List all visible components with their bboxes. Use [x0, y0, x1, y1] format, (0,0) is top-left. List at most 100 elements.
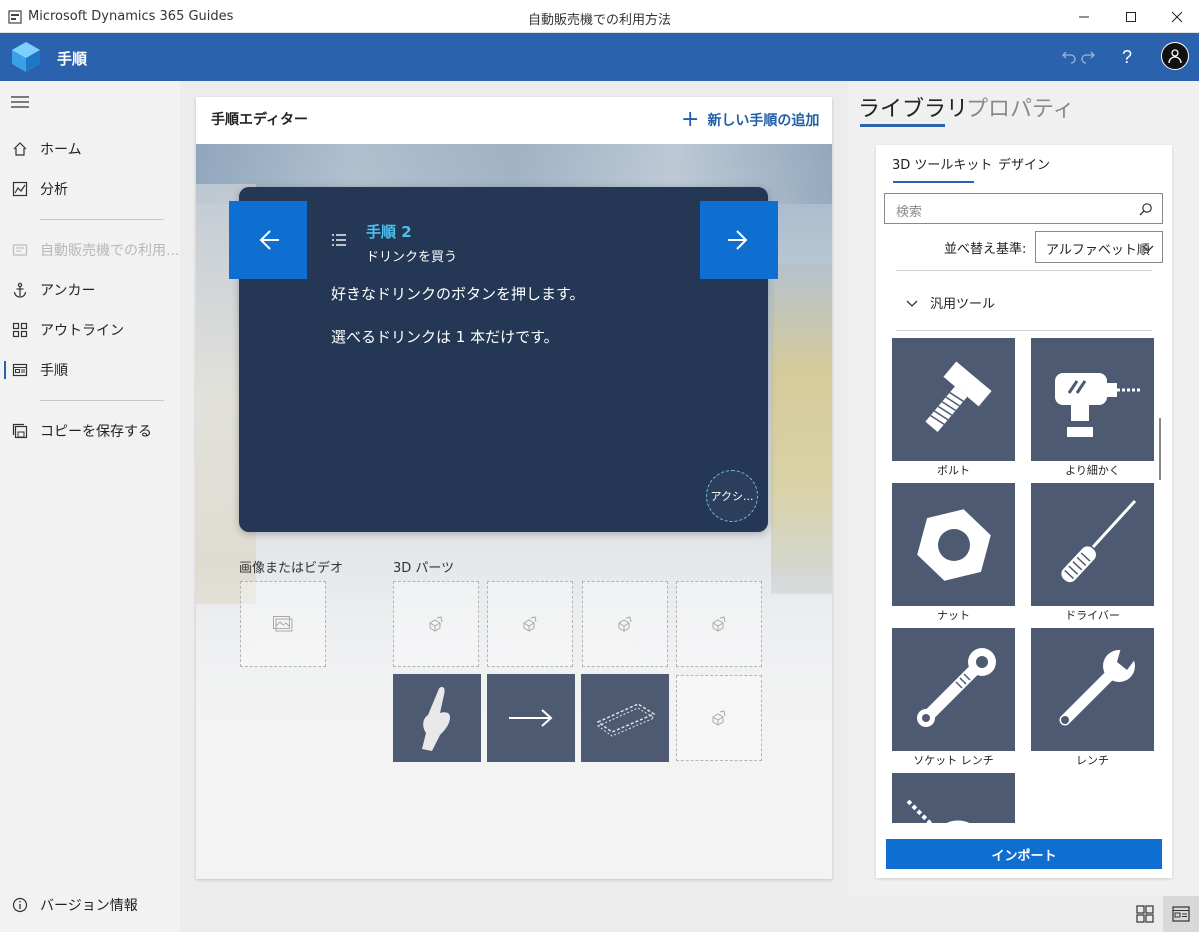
- bottom-bar: [180, 896, 1199, 932]
- sidebar-item-label: アウトライン: [40, 323, 124, 339]
- previous-step-button[interactable]: [229, 201, 307, 279]
- 3d-part-placeholder-icon: [523, 616, 537, 632]
- screwdriver-icon: [1060, 499, 1136, 582]
- sidebar: ホーム 分析 自動販売機での利用... アンカー アウトライン 手順 コピーを保…: [0, 81, 180, 932]
- chevron-down-icon: [906, 300, 918, 307]
- media-section-label: 画像またはビデオ: [239, 561, 344, 576]
- tile-label: ソケット レンチ: [913, 754, 994, 767]
- sidebar-item-label: バージョン情報: [40, 898, 138, 914]
- editor-title: 手順エディター: [211, 112, 309, 128]
- sidebar-item-label: 自動販売機での利用...: [40, 243, 180, 259]
- search-icon[interactable]: [1139, 202, 1153, 216]
- group-label: 汎用ツール: [930, 297, 996, 312]
- subtab-3d-toolkit[interactable]: 3D ツールキット: [892, 154, 992, 173]
- zone-outline-icon: [596, 703, 656, 737]
- library-divider: [896, 270, 1152, 271]
- 3d-part-placeholder-icon: [618, 616, 632, 632]
- grid-view-button[interactable]: [1127, 896, 1163, 932]
- add-step-button[interactable]: + 新しい手順の追加: [681, 109, 820, 131]
- import-label: インポート: [991, 848, 1057, 864]
- library-tile-bolt[interactable]: [892, 338, 1015, 461]
- 3d-part-placeholder-icon: [712, 616, 726, 632]
- 3d-part-placeholder-icon: [429, 616, 443, 632]
- close-button[interactable]: [1154, 0, 1199, 33]
- sidebar-divider: [40, 400, 164, 401]
- arrow-right-icon: [728, 230, 748, 250]
- library-tile-wrench[interactable]: [1031, 628, 1154, 751]
- maximize-button[interactable]: [1108, 0, 1154, 33]
- library-tile-screwdriver[interactable]: [1031, 483, 1154, 606]
- step-title[interactable]: ドリンクを買う: [366, 246, 457, 265]
- outline-icon: [11, 321, 29, 339]
- redo-icon: [1081, 51, 1095, 64]
- sidebar-item-label: ホーム: [40, 142, 82, 158]
- help-button[interactable]: ?: [1115, 45, 1139, 69]
- sidebar-item-anchor[interactable]: アンカー: [0, 272, 180, 308]
- step-number: 手順 2: [366, 223, 412, 241]
- sidebar-item-analytics[interactable]: 分析: [0, 171, 180, 207]
- library-tile-nut[interactable]: [892, 483, 1015, 606]
- home-icon: [11, 140, 29, 158]
- part-slot-empty[interactable]: [487, 581, 573, 667]
- step-view-button[interactable]: [1163, 896, 1199, 932]
- part-slot-empty[interactable]: [676, 581, 762, 667]
- hamburger-menu-icon[interactable]: [11, 95, 29, 109]
- action-button[interactable]: アクシ...: [706, 470, 758, 522]
- user-avatar[interactable]: [1161, 42, 1189, 70]
- part-slot-hand[interactable]: [393, 674, 481, 762]
- library-divider: [896, 330, 1152, 331]
- sidebar-item-home[interactable]: ホーム: [0, 131, 180, 167]
- part-slot-zone[interactable]: [581, 674, 669, 762]
- wrench-icon: [1059, 647, 1139, 725]
- step-instruction-text[interactable]: 好きなドリンクのボタンを押します。: [331, 283, 585, 304]
- sidebar-item-label: 分析: [40, 182, 68, 198]
- sidebar-item-outline[interactable]: アウトライン: [0, 312, 180, 348]
- part-slot-empty[interactable]: [582, 581, 668, 667]
- tile-label: ナット: [937, 609, 970, 622]
- library-search-input[interactable]: 検索: [884, 193, 1163, 224]
- part-slot-arrow[interactable]: [487, 674, 575, 762]
- tab-library[interactable]: ライブラリ: [858, 91, 968, 123]
- add-step-label: 新しい手順の追加: [707, 113, 820, 129]
- next-step-button[interactable]: [700, 201, 778, 279]
- part-slot-empty[interactable]: [676, 675, 762, 761]
- sidebar-item-guide: 自動販売機での利用...: [0, 232, 180, 268]
- sort-value: アルファベット順: [1046, 243, 1150, 258]
- import-button[interactable]: インポート: [886, 839, 1162, 869]
- library-tile-drill[interactable]: [1031, 338, 1154, 461]
- media-slot[interactable]: [240, 581, 326, 667]
- sort-dropdown[interactable]: アルファベット順: [1035, 231, 1163, 263]
- help-icon: ?: [1121, 46, 1132, 67]
- arrow-right-icon: [509, 709, 553, 727]
- grid-view-icon: [1136, 905, 1154, 923]
- step-instruction-text[interactable]: 選べるドリンクは 1 本だけです。: [331, 326, 559, 347]
- subtab-design[interactable]: デザイン: [998, 154, 1050, 173]
- socket-wrench-icon: [916, 647, 996, 727]
- guide-icon: [11, 241, 29, 259]
- tile-label: ボルト: [937, 464, 970, 477]
- part-slot-empty[interactable]: [393, 581, 479, 667]
- sidebar-item-label: 手順: [40, 363, 68, 379]
- sidebar-item-steps[interactable]: 手順: [0, 352, 180, 388]
- library-tile-socket-wrench[interactable]: [892, 628, 1015, 751]
- library-tile-tape-measure[interactable]: [892, 773, 1015, 823]
- minimize-button[interactable]: [1061, 0, 1107, 33]
- person-icon: [1168, 49, 1182, 64]
- tab-properties[interactable]: プロパティ: [966, 91, 1075, 123]
- action-label: アクシ...: [710, 490, 754, 503]
- page-title: 手順: [57, 50, 88, 68]
- sidebar-item-version-info[interactable]: バージョン情報: [0, 887, 180, 923]
- library-scrollbar[interactable]: [1159, 418, 1161, 480]
- group-header-general-tools[interactable]: 汎用ツール: [906, 293, 995, 312]
- redo-button[interactable]: [1076, 45, 1100, 69]
- active-tab-indicator: [860, 124, 945, 127]
- sidebar-item-save-copy[interactable]: コピーを保存する: [0, 413, 180, 449]
- chevron-down-icon: [1142, 245, 1154, 252]
- app-name: Microsoft Dynamics 365 Guides: [28, 9, 234, 24]
- sidebar-item-label: アンカー: [40, 283, 96, 299]
- image-placeholder-icon: [273, 616, 293, 632]
- pointing-hand-icon: [422, 687, 450, 751]
- close-icon: [1171, 11, 1183, 22]
- step-list-icon[interactable]: [331, 233, 347, 247]
- save-copy-icon: [11, 422, 29, 440]
